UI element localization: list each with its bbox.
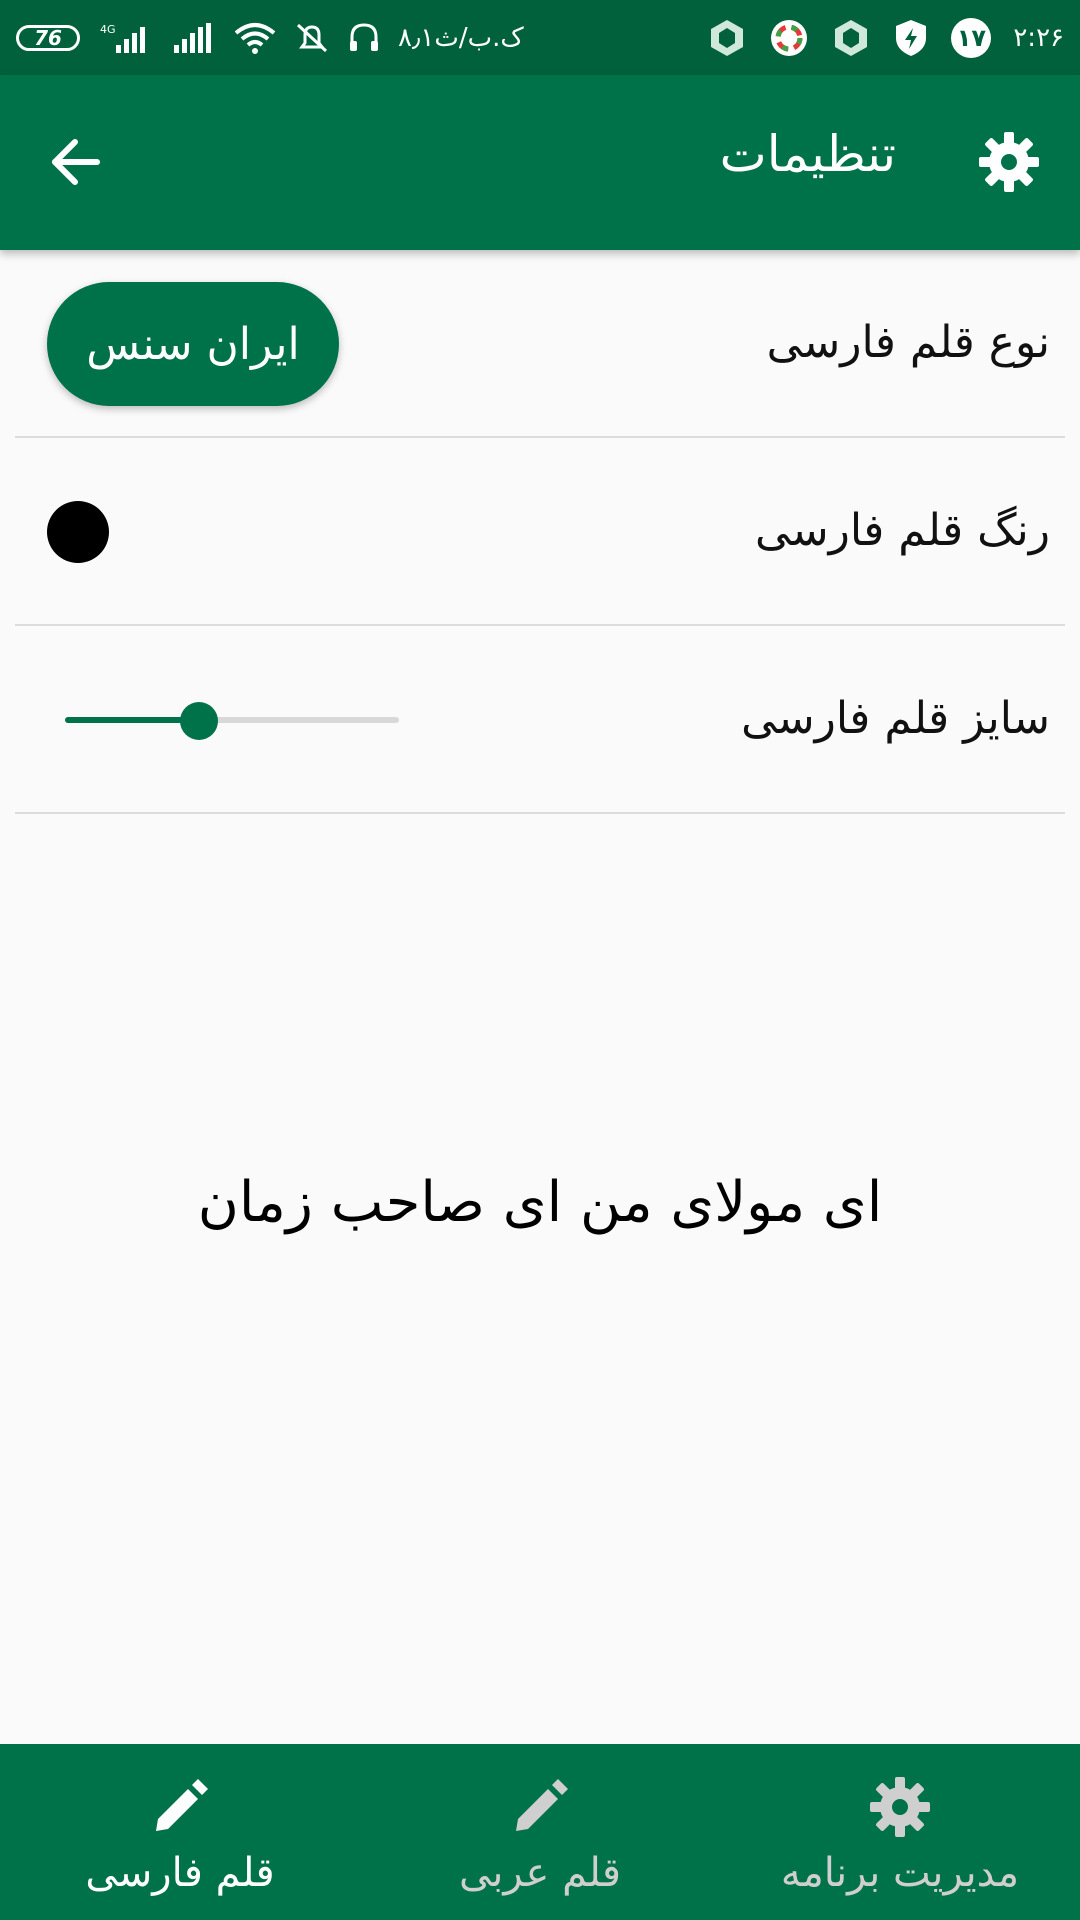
shield-bolt-icon [893, 18, 929, 58]
pencil-icon [148, 1772, 212, 1842]
font-size-slider[interactable] [65, 696, 399, 744]
font-type-button[interactable]: ایران سنس [47, 282, 339, 406]
font-color-row: رنگ قلم فارسی [15, 438, 1065, 626]
app-notification-icon [707, 18, 747, 58]
nav-label-persian-font: قلم فارسی [85, 1850, 275, 1896]
font-size-label: سایز قلم فارسی [741, 693, 1050, 744]
nav-item-app-management[interactable]: مدیریت برنامه [720, 1744, 1080, 1920]
slider-thumb[interactable] [179, 702, 218, 740]
nav-item-persian-font[interactable]: قلم فارسی [0, 1744, 360, 1920]
colorful-app-icon [769, 18, 809, 58]
font-type-row: نوع قلم فارسی ایران سنس [15, 250, 1065, 438]
font-type-label: نوع قلم فارسی [766, 317, 1050, 368]
arrow-left-icon [52, 139, 100, 185]
nav-label-app-management: مدیریت برنامه [780, 1850, 1020, 1896]
bottom-navigation: قلم فارسی قلم عربی مدیریت برنامه [0, 1744, 1080, 1920]
notification-count-badge: ۱۷ [951, 17, 992, 58]
network-type-label: 4G [100, 23, 116, 36]
gear-icon [868, 1772, 932, 1842]
headphones-icon [346, 21, 382, 55]
battery-indicator: 76 [16, 24, 80, 51]
app-notification-2-icon [831, 18, 871, 58]
status-bar-right: ۱۷ ۲:۲۶ [707, 0, 1064, 75]
app-bar: تنظیمات [0, 75, 1080, 250]
network-speed: ۸٫۱ک.ب/ث [398, 22, 524, 53]
gear-icon [974, 127, 1044, 197]
font-color-label: رنگ قلم فارسی [755, 505, 1050, 556]
font-preview-text: ای مولای من ای صاحب زمان [197, 1170, 883, 1235]
back-button[interactable] [40, 127, 110, 197]
battery-level: 76 [34, 25, 62, 50]
font-color-swatch[interactable] [47, 501, 109, 563]
wifi-icon [232, 21, 278, 55]
page-title: تنظیمات [719, 125, 896, 183]
status-bar-left: 76 4G ۸٫۱ک.ب/ث [16, 0, 524, 75]
clock: ۲:۲۶ [1013, 22, 1064, 53]
font-size-row: سایز قلم فارسی [15, 626, 1065, 814]
cellular-signal-icon: 4G [96, 21, 156, 55]
nav-label-arabic-font: قلم عربی [458, 1850, 622, 1896]
pencil-icon [508, 1772, 572, 1842]
cellular-signal-2-icon [172, 21, 216, 55]
nav-item-arabic-font[interactable]: قلم عربی [360, 1744, 720, 1920]
status-bar: 76 4G ۸٫۱ک.ب/ث ۱۷ ۲:۲۶ [0, 0, 1080, 75]
mute-bell-icon [294, 21, 330, 55]
slider-fill [65, 717, 199, 723]
